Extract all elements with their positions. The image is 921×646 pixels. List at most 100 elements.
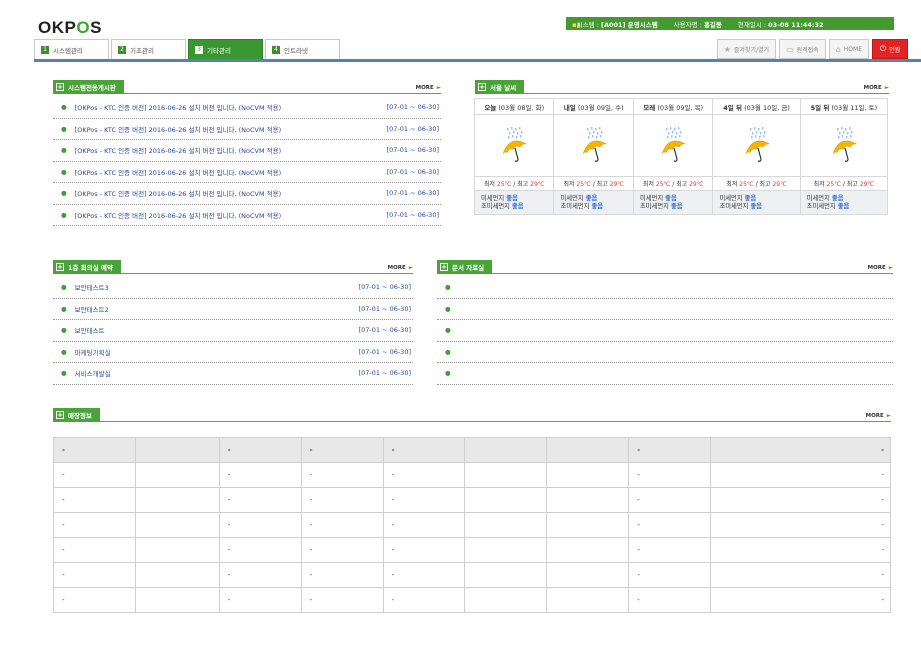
plus-icon[interactable]: +	[478, 83, 486, 91]
bullet-icon: ●	[61, 304, 67, 313]
notice-header: + 시스템전용게시판 MORE ►	[53, 80, 441, 94]
table-cell	[134, 462, 220, 488]
table-cell: -	[382, 587, 466, 613]
table-row[interactable]: ------	[53, 587, 891, 613]
tab-intranet[interactable]: 4 인트라넷	[265, 39, 340, 59]
tab-label: 인트라넷	[284, 46, 308, 55]
main-tabs: 1 시스템관리 2 기초관리 3 기타관리 4 인트라넷	[34, 39, 342, 59]
favorites-button[interactable]: ★ 즐겨찾기/열기	[716, 39, 777, 59]
remote-access-button[interactable]: ▭ 원격접속	[779, 39, 826, 59]
plus-icon[interactable]: +	[56, 263, 64, 271]
list-item[interactable]: ●	[437, 320, 893, 342]
table-header-cell: -	[218, 437, 302, 463]
list-item[interactable]: ● 보안테스트 [07-01 ~ 06-30]	[53, 320, 413, 342]
notice-more-link[interactable]: MORE ►	[416, 85, 441, 91]
list-item[interactable]: ● 서비스개발실 [07-01 ~ 06-30]	[53, 363, 413, 385]
umbrella-rain-icon	[503, 126, 527, 162]
bullet-icon: ●	[61, 124, 67, 133]
weather-icon-cell	[632, 114, 714, 177]
list-item[interactable]: ● [OKPos - KTC 인증 버전] 2016-06-26 설치 버전 입니…	[53, 140, 441, 162]
weather-temp: 최저 25℃ / 최고 29℃	[553, 176, 634, 191]
umbrella-rain-icon	[745, 126, 770, 162]
table-row[interactable]: ------	[53, 562, 891, 588]
plus-icon[interactable]: +	[56, 83, 64, 91]
meeting-header: +1층 회의실 예약 MORE ►	[53, 260, 413, 274]
list-item[interactable]: ●	[437, 299, 893, 320]
list-item[interactable]: ● 마케팅기획실 [07-01 ~ 06-30]	[53, 342, 413, 363]
tab-etc[interactable]: 3 기타관리	[188, 39, 263, 59]
bullet-icon: ●	[61, 103, 67, 112]
docs-more-link[interactable]: MORE ►	[868, 265, 893, 271]
table-header-cell: -	[710, 437, 891, 463]
weather-dust: 미세먼지 좋음 초미세먼지 좋음	[473, 190, 555, 215]
tab-label: 기타관리	[207, 46, 231, 55]
plus-icon[interactable]: +	[56, 411, 64, 419]
item-date: [07-01 ~ 06-30]	[386, 146, 439, 155]
item-text: 보안테스트3	[74, 284, 109, 293]
system-info: ▪▮ 시스템 : [A001] 운영시스템	[572, 20, 658, 29]
table-cell	[134, 537, 220, 563]
plus-icon[interactable]: +	[440, 263, 448, 271]
list-item[interactable]: ● 보안테스트2 [07-01 ~ 06-30]	[53, 299, 413, 320]
home-button[interactable]: ⌂ HOME	[828, 39, 869, 59]
table-cell: -	[710, 562, 891, 588]
system-info-bar: ▪▮ 시스템 : [A001] 운영시스템 사용자명 : 홍길동 현재일시 : …	[566, 17, 894, 30]
bullet-icon: ●	[61, 167, 67, 176]
table-cell	[134, 562, 220, 588]
item-text: 보안테스트	[74, 327, 105, 336]
shop-more-link[interactable]: MORE ►	[866, 413, 891, 419]
list-item[interactable]: ● [OKPos - KTC 인증 버전] 2016-06-26 설치 버전 입니…	[53, 162, 441, 183]
table-cell: -	[710, 462, 891, 488]
list-item[interactable]: ● 보안테스트3 [07-01 ~ 06-30]	[53, 277, 413, 299]
bullet-icon: ●	[61, 283, 67, 292]
list-item[interactable]: ●	[437, 363, 893, 385]
table-cell: -	[382, 562, 466, 588]
table-cell: -	[218, 537, 302, 563]
list-item[interactable]: ● [OKPos - KTC 인증 버전] 2016-06-26 설치 버전 입니…	[53, 205, 441, 226]
umbrella-rain-icon	[582, 126, 607, 162]
table-row[interactable]: ------	[53, 487, 891, 513]
list-item[interactable]: ●	[437, 277, 893, 299]
list-item[interactable]: ● [OKPos - KTC 인증 버전] 2016-06-26 설치 버전 입니…	[53, 97, 441, 119]
weather-dust: 미세먼지 좋음 초미세먼지 좋음	[632, 190, 714, 215]
arrow-right-icon: ►	[408, 265, 413, 271]
bullet-icon: ●	[445, 283, 451, 292]
weather-temp: 최저 25℃ / 최고 29℃	[799, 176, 889, 191]
list-item[interactable]: ● [OKPos - KTC 인증 버전] 2016-06-26 설치 버전 입니…	[53, 119, 441, 140]
header-divider	[34, 59, 921, 62]
tab-system[interactable]: 1 시스템관리	[34, 39, 109, 59]
table-cell	[134, 487, 220, 513]
table-cell: -	[382, 487, 466, 513]
table-cell	[464, 487, 548, 513]
notice-panel: + 시스템전용게시판 MORE ► ● [OKPos - KTC 인증 버전] 201…	[53, 80, 441, 226]
table-header-cell	[134, 437, 220, 463]
shop-title-text: 매장정보	[68, 412, 92, 420]
list-item[interactable]: ●	[437, 342, 893, 363]
bullet-icon: ●	[61, 210, 67, 219]
umbrella-rain-icon	[662, 126, 686, 162]
table-header-cell: -	[382, 437, 466, 463]
table-cell	[464, 587, 548, 613]
item-text: [OKPos - KTC 인증 버전] 2016-06-26 설치 버전 입니다…	[74, 190, 282, 199]
weather-more-link[interactable]: MORE ►	[864, 85, 889, 91]
meeting-more-link[interactable]: MORE ►	[388, 265, 413, 271]
table-cell: -	[710, 512, 891, 538]
table-cell: -	[53, 562, 136, 588]
weather-temp: 최저 25℃ / 최고 29℃	[473, 176, 555, 191]
list-item[interactable]: ● [OKPos - KTC 인증 버전] 2016-06-26 설치 버전 입니…	[53, 183, 441, 205]
tab-number: 3	[195, 45, 203, 54]
table-cell: -	[628, 487, 712, 513]
tab-basic[interactable]: 2 기초관리	[111, 39, 186, 59]
table-row[interactable]: ------	[53, 512, 891, 538]
table-row[interactable]: ------	[53, 462, 891, 488]
user-info: 사용자명 : 홍길동	[673, 20, 722, 29]
favorites-label: 즐겨찾기/열기	[733, 46, 770, 54]
logout-button[interactable]: ⏻ 안뵘	[872, 39, 908, 59]
table-row[interactable]: ------	[53, 537, 891, 563]
weather-temp: 최저 25℃ / 최고 29℃	[632, 176, 714, 191]
monitor-icon: ▭	[786, 44, 794, 54]
table-cell: -	[53, 587, 136, 613]
table-cell: -	[628, 512, 712, 538]
item-date: [07-01 ~ 06-30]	[386, 210, 439, 219]
docs-panel: + 문서 자료실 MORE ► ● ● ● ● ●	[437, 260, 893, 385]
